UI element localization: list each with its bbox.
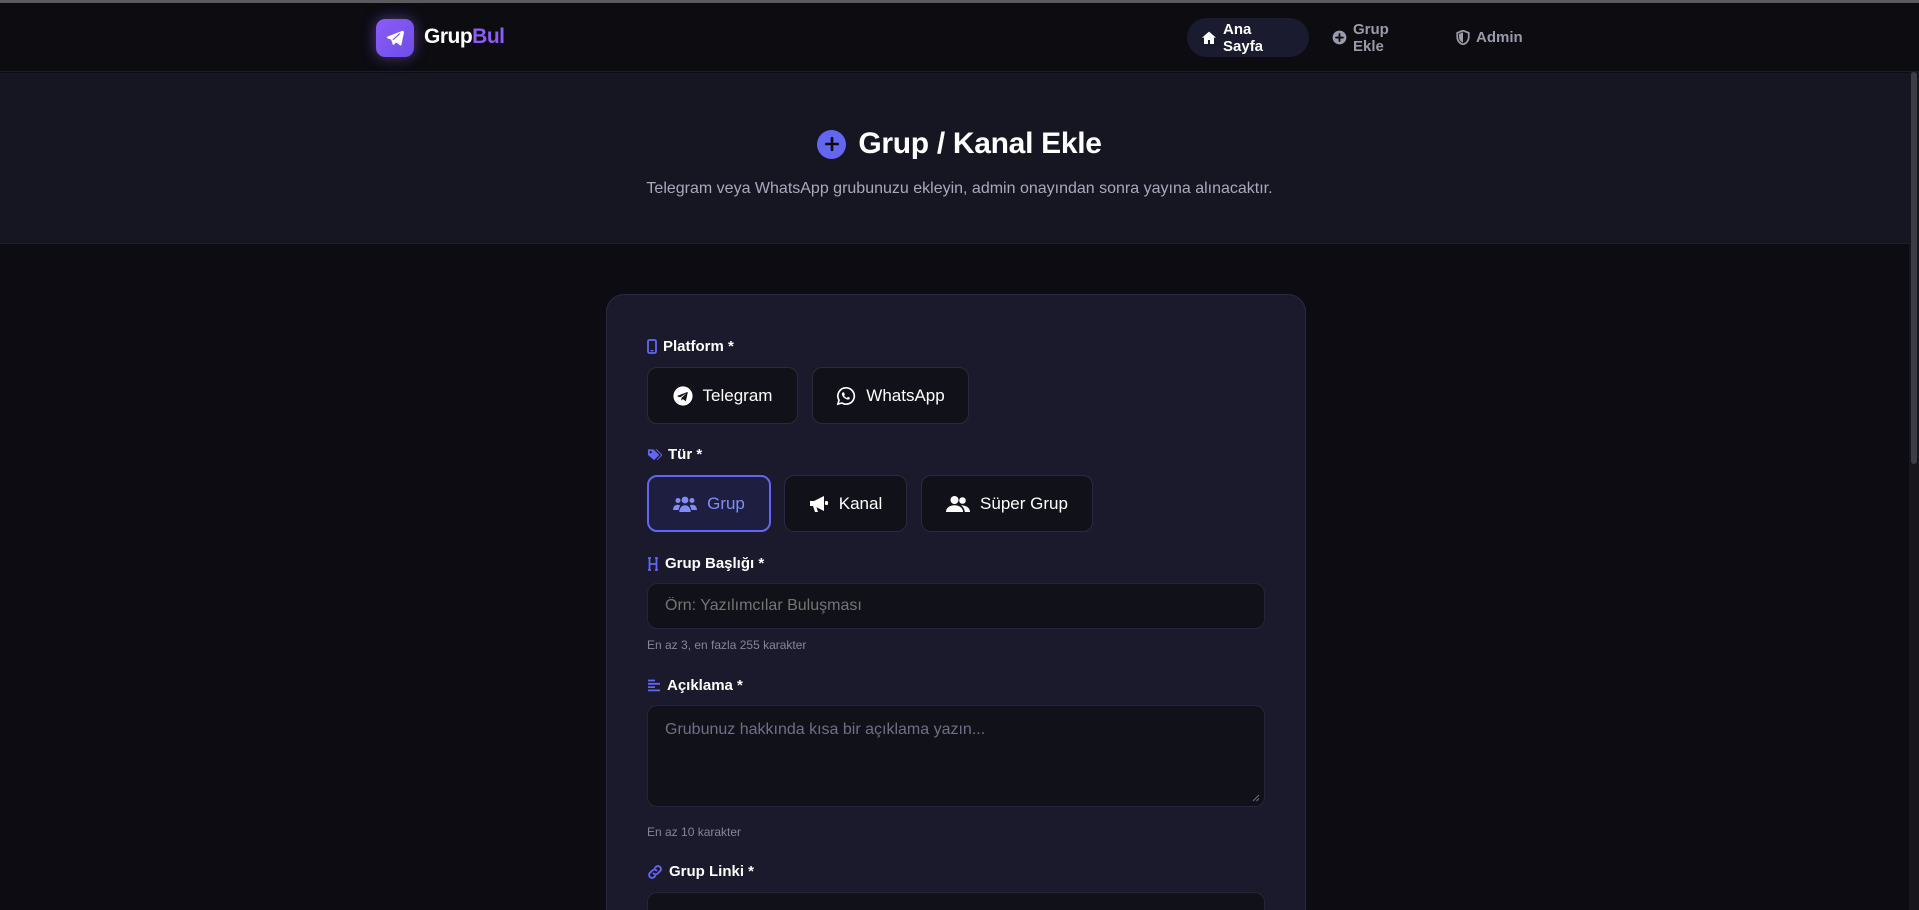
nav-item-admin-label: Admin	[1476, 29, 1523, 46]
link-icon	[648, 864, 662, 879]
nav-item-home-label: Ana Sayfa	[1223, 20, 1264, 55]
users-icon	[673, 496, 698, 512]
whatsapp-icon	[837, 386, 856, 405]
type-label-text: Tür *	[668, 446, 703, 463]
paper-plane-icon	[386, 30, 405, 46]
tags-icon	[647, 449, 662, 461]
brand-name-part-2: Bul	[472, 25, 505, 48]
type-option-super-grup[interactable]: Süper Grup	[921, 475, 1093, 532]
description-label-text: Açıklama *	[667, 677, 743, 694]
align-left-icon	[648, 679, 660, 692]
group-link-label: Grup Linki *	[647, 863, 754, 880]
nav-item-admin[interactable]: Admin	[1442, 18, 1532, 57]
group-title-label-text: Grup Başlığı *	[665, 555, 765, 572]
user-group-icon	[946, 495, 971, 512]
nav-item-home[interactable]: Ana Sayfa	[1187, 18, 1309, 57]
home-icon	[1202, 31, 1216, 44]
page-title: Grup / Kanal Ekle	[858, 127, 1102, 160]
shield-icon	[1456, 30, 1470, 45]
type-option-kanal[interactable]: Kanal	[784, 475, 907, 532]
brand-name-part-1: Grup	[424, 25, 473, 48]
page-title-row: Grup / Kanal Ekle	[0, 127, 1919, 161]
scrollbar-thumb[interactable]	[1911, 72, 1917, 464]
description-textarea[interactable]: Grubunuz hakkında kısa bir açıklama yazı…	[647, 705, 1265, 807]
megaphone-icon	[809, 495, 828, 512]
plus-circle-icon	[817, 129, 847, 159]
group-title-input[interactable]	[647, 583, 1265, 629]
group-link-label-text: Grup Linki *	[669, 863, 755, 880]
platform-label: Platform *	[647, 338, 734, 355]
resize-grip-icon[interactable]	[1252, 794, 1260, 802]
page-subtitle: Telegram veya WhatsApp grubunuzu ekleyin…	[646, 180, 1273, 197]
nav-item-add-group-label: Grup Ekle	[1353, 20, 1389, 55]
platform-option-whatsapp[interactable]: WhatsApp	[812, 367, 969, 424]
nav-item-add-group[interactable]: Grup Ekle	[1318, 18, 1428, 57]
group-title-hint: En az 3, en fazla 255 karakter	[647, 638, 807, 652]
navbar: GrupBul Ana Sayfa Grup Ekle Admin	[0, 3, 1919, 72]
platform-option-whatsapp-label: WhatsApp	[866, 385, 945, 405]
description-label: Açıklama *	[647, 677, 743, 694]
platform-label-text: Platform *	[663, 338, 734, 355]
mobile-icon	[647, 339, 657, 354]
add-group-form: Platform * Telegram WhatsApp Tür * Grup …	[606, 294, 1306, 910]
brand-logo[interactable]	[376, 19, 414, 57]
group-title-label: Grup Başlığı *	[647, 555, 764, 572]
type-option-super-grup-label: Süper Grup	[980, 493, 1068, 513]
type-option-grup-label: Grup	[707, 493, 745, 513]
type-option-kanal-label: Kanal	[838, 493, 883, 513]
platform-option-telegram[interactable]: Telegram	[647, 367, 798, 424]
type-label: Tür *	[647, 446, 702, 463]
description-placeholder: Grubunuz hakkında kısa bir açıklama yazı…	[665, 721, 986, 738]
heading-icon	[648, 556, 658, 571]
type-option-grup[interactable]: Grup	[647, 475, 771, 532]
plus-circle-icon	[1332, 30, 1347, 45]
description-hint: En az 10 karakter	[647, 825, 742, 839]
brand-name[interactable]: GrupBul	[424, 25, 505, 49]
page-header: Grup / Kanal Ekle Telegram veya WhatsApp…	[0, 73, 1919, 244]
platform-option-telegram-label: Telegram	[702, 385, 773, 405]
group-link-input[interactable]	[647, 892, 1265, 910]
telegram-icon	[672, 385, 693, 406]
